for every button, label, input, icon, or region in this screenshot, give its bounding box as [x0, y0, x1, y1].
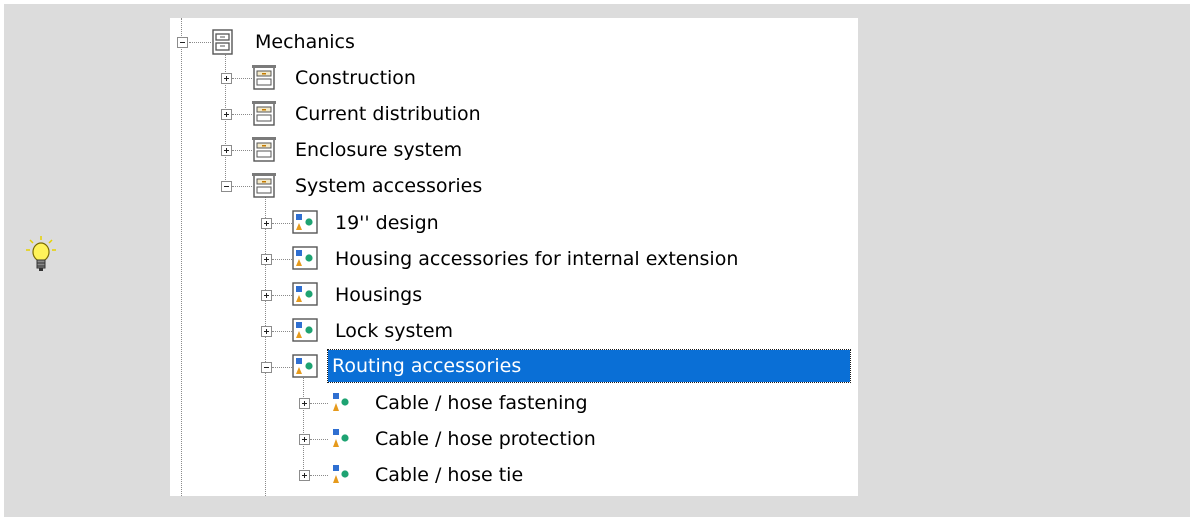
tree-node-label: Cable / hose protection [375, 428, 596, 450]
shapes-icon [333, 465, 349, 483]
tree-node-19-design[interactable]: 19'' design [170, 205, 858, 241]
tree-node-label: 19'' design [335, 212, 439, 234]
tree-node-label: Mechanics [255, 31, 355, 53]
shapes-framed-icon [292, 246, 318, 270]
expand-toggle[interactable] [261, 326, 272, 337]
tree-node-cable-hose-fastening[interactable]: Cable / hose fastening [170, 385, 858, 421]
tree-node-housing-accessories[interactable]: Housing accessories for internal extensi… [170, 241, 858, 277]
tree-node-enclosure-system[interactable]: Enclosure system [170, 132, 858, 168]
collapse-toggle[interactable] [221, 181, 232, 192]
expand-toggle[interactable] [299, 434, 310, 445]
drawer-cabinet-icon [252, 101, 276, 126]
tree-view[interactable]: Mechanics Construction Current distribut… [170, 18, 858, 496]
shapes-framed-icon [292, 210, 318, 234]
lightbulb-icon [26, 236, 56, 271]
tree-node-label: Construction [295, 67, 416, 89]
tree-node-system-accessories[interactable]: System accessories [170, 168, 858, 204]
shapes-icon [333, 393, 349, 411]
tree-node-cable-hose-tie[interactable]: Cable / hose tie [170, 457, 858, 493]
shapes-framed-icon [292, 318, 318, 342]
tree-node-mechanics[interactable]: Mechanics [170, 24, 858, 60]
tree-node-label: Cable / hose tie [375, 464, 524, 486]
expand-toggle[interactable] [261, 290, 272, 301]
shapes-framed-icon [292, 282, 318, 306]
expand-toggle[interactable] [221, 109, 232, 120]
expand-toggle[interactable] [261, 218, 272, 229]
drawer-cabinet-icon [252, 173, 276, 198]
tree-node-label: Housing accessories for internal extensi… [335, 248, 739, 270]
tree-node-current-distribution[interactable]: Current distribution [170, 96, 858, 132]
collapse-toggle[interactable] [261, 362, 272, 373]
cabinet-icon [212, 29, 233, 55]
tree-node-construction[interactable]: Construction [170, 60, 858, 96]
tree-node-lock-system[interactable]: Lock system [170, 313, 858, 349]
tree-node-cable-hose-protection[interactable]: Cable / hose protection [170, 421, 858, 457]
expand-toggle[interactable] [221, 145, 232, 156]
tree-node-label-selected: Routing accessories [327, 349, 851, 383]
tree-node-routing-accessories[interactable]: Routing accessories [170, 349, 858, 385]
tree-node-housings[interactable]: Housings [170, 277, 858, 313]
tree-node-label: Lock system [335, 320, 454, 342]
drawer-cabinet-icon [252, 137, 276, 162]
expand-toggle[interactable] [261, 254, 272, 265]
collapse-toggle[interactable] [177, 37, 188, 48]
tree-node-label: System accessories [295, 175, 483, 197]
shapes-icon [333, 429, 349, 447]
drawer-cabinet-icon [252, 65, 276, 90]
tree-node-label: Enclosure system [295, 139, 463, 161]
shapes-framed-icon [292, 354, 318, 378]
tree-node-label: Cable / hose fastening [375, 392, 588, 414]
content-panel: Mechanics Construction Current distribut… [0, 0, 1194, 521]
tree-node-label: Housings [335, 284, 423, 306]
expand-toggle[interactable] [299, 398, 310, 409]
tree-node-label: Current distribution [295, 103, 481, 125]
expand-toggle[interactable] [221, 73, 232, 84]
expand-toggle[interactable] [299, 470, 310, 481]
